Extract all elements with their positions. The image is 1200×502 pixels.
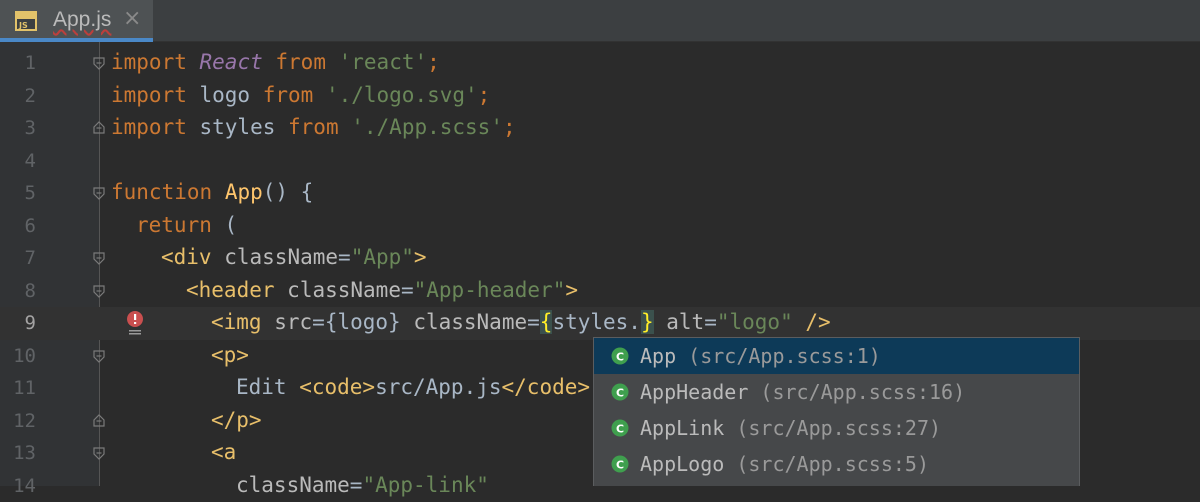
- code-line: 4: [0, 145, 1200, 178]
- completion-item[interactable]: C AppHeader (src/App.scss:16): [594, 374, 1079, 410]
- line-number: 4: [0, 150, 36, 172]
- fold-marker-icon[interactable]: [92, 121, 106, 135]
- class-c-icon: C: [611, 455, 629, 473]
- code-text: import React from 'react';: [111, 50, 440, 74]
- fold-marker-icon[interactable]: [92, 251, 106, 265]
- completion-location: (src/App.scss:27): [736, 416, 941, 440]
- code-text: import logo from './logo.svg';: [111, 83, 490, 107]
- code-text: Edit <code>src/App.js</code>: [236, 375, 590, 399]
- code-line: 7 <div className="App">: [0, 242, 1200, 275]
- completion-location: (src/App.scss:16): [760, 380, 965, 404]
- error-indicator-icon[interactable]: [124, 310, 146, 336]
- line-number: 2: [0, 85, 36, 107]
- fold-marker-icon[interactable]: [92, 56, 106, 70]
- line-number: 1: [0, 52, 36, 74]
- completion-item[interactable]: C AppLink (src/App.scss:27): [594, 410, 1079, 446]
- code-completion-popup[interactable]: C App (src/App.scss:1) C AppHeader (src/…: [593, 337, 1080, 486]
- completion-name: AppLink: [640, 416, 724, 440]
- class-c-icon: C: [611, 347, 629, 365]
- line-number: 10: [0, 345, 36, 367]
- fold-marker-icon[interactable]: [92, 186, 106, 200]
- tab-app-js[interactable]: JS App.js ×: [0, 0, 153, 42]
- code-text: <a: [211, 440, 236, 464]
- svg-text:C: C: [616, 459, 624, 472]
- line-number: 7: [0, 247, 36, 269]
- code-line: 3 import styles from './App.scss';: [0, 112, 1200, 145]
- class-c-icon: C: [611, 383, 629, 401]
- code-text: <header className="App-header">: [186, 278, 578, 302]
- fold-marker-icon[interactable]: [92, 284, 106, 298]
- completion-item[interactable]: C App (src/App.scss:1): [594, 338, 1079, 374]
- completion-location: (src/App.scss:1): [688, 344, 881, 368]
- code-text: function App() {: [111, 180, 313, 204]
- svg-text:C: C: [616, 387, 624, 400]
- code-line-current: 9 <img src={logo} className={styles.} al…: [0, 307, 1200, 340]
- line-number: 6: [0, 215, 36, 237]
- completion-name: App: [640, 344, 676, 368]
- svg-text:JS: JS: [18, 21, 28, 30]
- fold-marker-icon[interactable]: [92, 349, 106, 363]
- line-number: 3: [0, 117, 36, 139]
- svg-text:C: C: [616, 351, 624, 364]
- line-number: 11: [0, 377, 36, 399]
- code-line: 8 <header className="App-header">: [0, 275, 1200, 308]
- code-text: <img src={logo} className={styles.} alt=…: [211, 310, 831, 334]
- code-line: 5 function App() {: [0, 177, 1200, 210]
- code-text: className="App-link": [236, 473, 489, 497]
- code-text: return (: [136, 213, 237, 237]
- line-number: 12: [0, 410, 36, 432]
- code-text: <div className="App">: [161, 245, 427, 269]
- code-text: <p>: [211, 343, 249, 367]
- close-icon[interactable]: ×: [123, 6, 141, 31]
- class-c-icon: C: [611, 419, 629, 437]
- svg-text:C: C: [616, 423, 624, 436]
- js-file-icon: JS: [14, 9, 40, 33]
- completion-name: AppLogo: [640, 452, 724, 476]
- line-number: 5: [0, 182, 36, 204]
- tab-title: App.js: [53, 8, 111, 32]
- completion-name: AppHeader: [640, 380, 748, 404]
- fold-marker-icon[interactable]: [92, 414, 106, 428]
- code-line: 6 return (: [0, 210, 1200, 243]
- line-number: 13: [0, 442, 36, 464]
- editor-tab-bar: JS App.js ×: [0, 0, 1200, 42]
- code-line: 1 import React from 'react';: [0, 47, 1200, 80]
- code-text: </p>: [211, 408, 262, 432]
- line-number: 9: [0, 312, 36, 334]
- code-text: import styles from './App.scss';: [111, 115, 516, 139]
- completion-item[interactable]: C AppLogo (src/App.scss:5): [594, 446, 1079, 482]
- completion-location: (src/App.scss:5): [736, 452, 929, 476]
- line-number: 8: [0, 280, 36, 302]
- fold-marker-icon[interactable]: [92, 446, 106, 460]
- code-line: 2 import logo from './logo.svg';: [0, 80, 1200, 113]
